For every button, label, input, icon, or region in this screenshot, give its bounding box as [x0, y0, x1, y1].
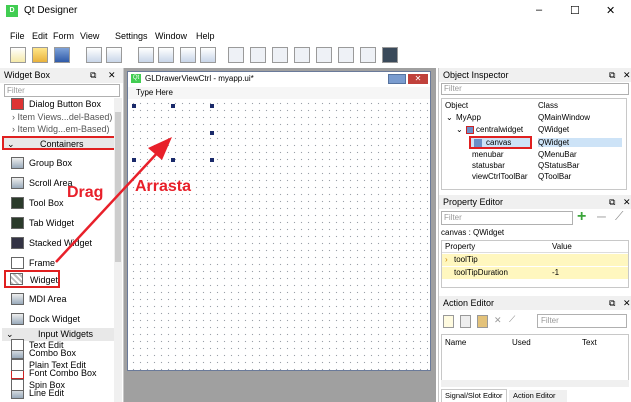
action-scrollbar[interactable] — [441, 380, 629, 387]
tree-row-centralwidget[interactable]: ⌄ centralwidget QWidget — [446, 125, 626, 136]
action-editor-title-bar: Action Editor ⧉ ✕ — [439, 296, 631, 310]
tab-action-editor[interactable]: Action Editor — [509, 390, 567, 402]
float-icon[interactable]: ⧉ — [609, 296, 615, 310]
paste-action-icon[interactable] — [477, 315, 488, 328]
column-header-class[interactable]: Class — [538, 101, 558, 110]
arrasta-label: Arrasta — [135, 178, 192, 195]
chevron-right-icon: › — [445, 255, 448, 264]
configure-icon[interactable]: ⟋ — [509, 314, 515, 325]
property-row-tooltip[interactable]: › toolTip — [442, 254, 628, 266]
property-editor-filter[interactable]: Filter — [441, 211, 573, 225]
property-table: Property Value › toolTip toolTipDuration… — [441, 240, 629, 288]
tree-row-canvas[interactable]: canvas QWidget — [446, 136, 626, 149]
chevron-down-icon: ⌄ — [456, 125, 463, 134]
object-inspector-filter[interactable]: Filter — [441, 83, 629, 95]
column-header-name[interactable]: Name — [445, 338, 466, 347]
object-tree: Object Class ⌄ MyApp QMainWindow ⌄ centr… — [441, 98, 627, 190]
tree-row-myapp[interactable]: ⌄ MyApp QMainWindow — [446, 113, 626, 124]
tree-row-menubar[interactable]: menubar QMenuBar — [446, 150, 626, 161]
property-editor-title: Property Editor — [443, 197, 504, 207]
property-row-tooltipduration[interactable]: toolTipDuration -1 — [442, 267, 628, 279]
drag-arrow-line — [55, 149, 161, 263]
right-dock: Object Inspector ⧉ ✕ Filter Object Class… — [438, 68, 631, 402]
drag-arrow-head — [148, 137, 172, 160]
float-icon[interactable]: ⧉ — [609, 195, 615, 209]
float-icon[interactable]: ⧉ — [609, 68, 615, 82]
action-filter-input[interactable]: Filter — [537, 314, 627, 328]
configure-icon[interactable]: ⟋ — [615, 209, 623, 224]
object-inspector-title: Object Inspector — [443, 70, 509, 80]
close-panel-icon[interactable]: ✕ — [623, 68, 631, 82]
property-context: canvas : QWidget — [441, 228, 505, 237]
close-panel-icon[interactable]: ✕ — [623, 296, 631, 310]
copy-action-icon[interactable] — [460, 315, 471, 328]
tree-row-viewctrltoolbar[interactable]: viewCtrlToolBar QToolBar — [446, 172, 626, 183]
column-header-value[interactable]: Value — [552, 242, 572, 251]
widget-object-icon — [474, 139, 482, 147]
column-header-used[interactable]: Used — [512, 338, 531, 347]
tab-signal-slot-editor[interactable]: Signal/Slot Editor — [441, 389, 507, 402]
object-inspector-title-bar: Object Inspector ⧉ ✕ — [439, 68, 631, 82]
tree-row-statusbar[interactable]: statusbar QStatusBar — [446, 161, 626, 172]
remove-property-icon[interactable]: – — [597, 209, 606, 225]
drag-label: Drag — [67, 184, 104, 201]
widget-object-icon — [466, 126, 474, 134]
action-editor-title: Action Editor — [443, 298, 495, 308]
delete-action-icon[interactable]: ✕ — [494, 315, 502, 326]
action-table: Name Used Text — [441, 334, 629, 382]
column-header-property[interactable]: Property — [445, 242, 475, 251]
add-property-icon[interactable]: + — [577, 209, 586, 225]
property-editor-title-bar: Property Editor ⧉ ✕ — [439, 195, 631, 209]
property-header-row: Property Value — [442, 241, 628, 253]
new-action-icon[interactable] — [443, 315, 454, 328]
column-header-object[interactable]: Object — [445, 101, 468, 110]
chevron-down-icon: ⌄ — [446, 113, 453, 122]
action-toolbar: ✕ ⟋ Filter — [443, 314, 629, 330]
close-panel-icon[interactable]: ✕ — [623, 195, 631, 209]
column-header-text[interactable]: Text — [582, 338, 597, 347]
